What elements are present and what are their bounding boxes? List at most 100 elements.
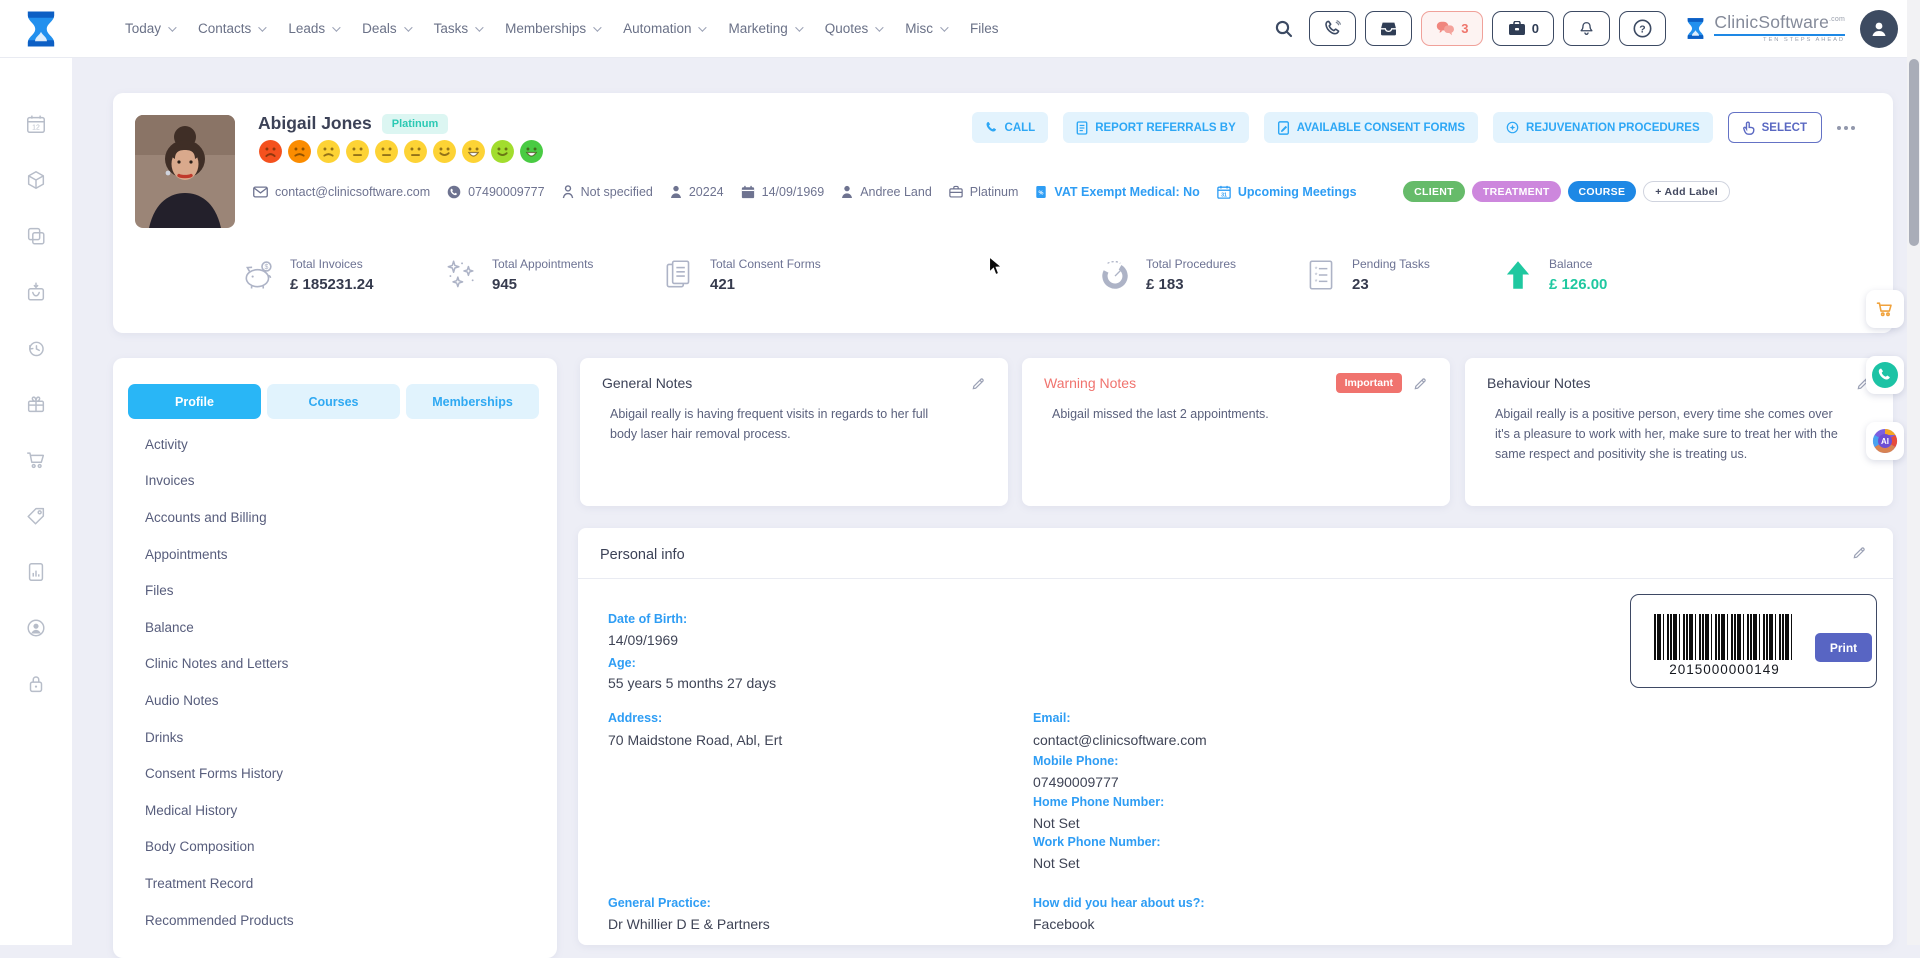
svg-text:12: 12 <box>32 125 40 132</box>
rejuvenation-procedures-button[interactable]: REJUVENATION PROCEDURES <box>1493 112 1713 143</box>
stat-label: Total Consent Forms <box>710 257 821 271</box>
order-basket-icon[interactable] <box>25 281 47 303</box>
nav-label: Files <box>970 21 999 36</box>
menu-item-balance[interactable]: Balance <box>113 609 557 646</box>
print-barcode-button[interactable]: Print <box>1815 633 1872 662</box>
nav-item-marketing[interactable]: Marketing <box>728 21 800 36</box>
user-avatar[interactable] <box>1860 10 1898 48</box>
menu-item-accounts-and-billing[interactable]: Accounts and Billing <box>113 499 557 536</box>
search-icon[interactable] <box>1274 19 1294 39</box>
history-icon[interactable] <box>25 337 47 359</box>
nav-item-quotes[interactable]: Quotes <box>825 21 882 36</box>
chevron-down-icon <box>404 23 412 31</box>
select-button[interactable]: SELECT <box>1728 112 1822 143</box>
menu-item-activity[interactable]: Activity <box>113 426 557 463</box>
menu-item-body-composition[interactable]: Body Composition <box>113 829 557 866</box>
chat-notifications-button[interactable]: 3 <box>1421 11 1483 46</box>
menu-item-drinks[interactable]: Drinks <box>113 719 557 756</box>
notifications-button[interactable] <box>1563 11 1610 46</box>
topbar-actions: 3 0 ? ClinicSoftware.com TEN STEPS AHEAD <box>1274 0 1898 57</box>
package-icon[interactable] <box>25 169 47 191</box>
address-label: Address: <box>608 711 662 725</box>
menu-item-appointments[interactable]: Appointments <box>113 536 557 573</box>
cart-icon[interactable] <box>25 449 47 471</box>
edit-pencil-icon[interactable] <box>1852 545 1867 560</box>
report-chart-icon[interactable] <box>25 561 47 583</box>
nav-item-automation[interactable]: Automation <box>623 21 704 36</box>
section-menu: Activity Invoices Accounts and Billing A… <box>113 426 557 938</box>
satisfaction-emoji[interactable] <box>287 139 312 164</box>
clinicsoftware-logo-icon <box>1683 15 1708 42</box>
edit-pencil-icon[interactable] <box>971 376 986 391</box>
tab-memberships[interactable]: Memberships <box>406 384 539 419</box>
inbox-button[interactable] <box>1365 11 1412 46</box>
add-label-button[interactable]: + Add Label <box>1643 181 1730 202</box>
stat-label: Total Appointments <box>492 257 593 271</box>
nav-item-leads[interactable]: Leads <box>288 21 338 36</box>
wallet-button[interactable]: 0 <box>1492 11 1554 46</box>
left-icon-rail: 12 <box>0 57 72 945</box>
more-actions-button[interactable] <box>1837 126 1855 130</box>
tier-badge: Platinum <box>382 114 448 134</box>
price-tag-icon[interactable] <box>25 505 47 527</box>
chevron-down-icon <box>475 23 483 31</box>
hear-about-us-label: How did you hear about us?: <box>1033 896 1205 910</box>
nav-item-deals[interactable]: Deals <box>362 21 410 36</box>
report-referrals-label: REPORT REFERRALS BY <box>1095 122 1236 134</box>
meta-gender: Not specified <box>562 185 653 199</box>
menu-item-audio-notes[interactable]: Audio Notes <box>113 682 557 719</box>
section-tabs: Profile Courses Memberships <box>128 384 539 419</box>
gift-icon[interactable] <box>25 393 47 415</box>
satisfaction-emoji[interactable] <box>374 139 399 164</box>
copy-icon[interactable] <box>25 225 47 247</box>
stat-value: 945 <box>492 276 593 293</box>
meta-vat-link[interactable]: % VAT Exempt Medical: No <box>1035 185 1199 199</box>
satisfaction-emoji[interactable] <box>432 139 457 164</box>
bell-icon <box>1578 20 1595 38</box>
edit-pencil-icon[interactable] <box>1413 376 1428 391</box>
satisfaction-emoji[interactable] <box>345 139 370 164</box>
client-meta-row: contact@clinicsoftware.com 07490009777 N… <box>253 181 1873 202</box>
satisfaction-emoji[interactable] <box>403 139 428 164</box>
available-consent-forms-button[interactable]: AVAILABLE CONSENT FORMS <box>1264 112 1478 143</box>
satisfaction-emoji[interactable] <box>258 139 283 164</box>
nav-item-contacts[interactable]: Contacts <box>198 21 264 36</box>
menu-item-invoices[interactable]: Invoices <box>113 463 557 500</box>
report-referrals-button[interactable]: REPORT REFERRALS BY <box>1063 112 1249 143</box>
satisfaction-emoji[interactable] <box>461 139 486 164</box>
menu-item-treatment-record[interactable]: Treatment Record <box>113 865 557 902</box>
call-button[interactable]: CALL <box>972 112 1049 143</box>
menu-item-recommended-products[interactable]: Recommended Products <box>113 902 557 939</box>
menu-item-clinic-notes-and-letters[interactable]: Clinic Notes and Letters <box>113 646 557 683</box>
dialer-button[interactable] <box>1309 11 1356 46</box>
menu-item-medical-history[interactable]: Medical History <box>113 792 557 829</box>
floating-cart-button[interactable] <box>1866 290 1904 328</box>
nav-item-files[interactable]: Files <box>970 21 999 36</box>
satisfaction-emoji[interactable] <box>490 139 515 164</box>
menu-item-files[interactable]: Files <box>113 572 557 609</box>
meta-vat-value: VAT Exempt Medical: No <box>1054 185 1199 199</box>
behaviour-notes-body: Abigail really is a positive person, eve… <box>1495 404 1847 464</box>
floating-call-button[interactable] <box>1866 356 1904 394</box>
nav-item-misc[interactable]: Misc <box>905 21 946 36</box>
tab-profile[interactable]: Profile <box>128 384 261 419</box>
satisfaction-emoji[interactable] <box>519 139 544 164</box>
meta-owner-value: Andree Land <box>860 185 932 199</box>
nav-item-today[interactable]: Today <box>125 21 174 36</box>
help-button[interactable]: ? <box>1619 11 1666 46</box>
satisfaction-emoji[interactable] <box>316 139 341 164</box>
floating-ai-button[interactable]: AI <box>1866 422 1904 460</box>
ai-label: AI <box>1881 437 1889 446</box>
tab-courses[interactable]: Courses <box>267 384 400 419</box>
lock-icon[interactable] <box>25 673 47 695</box>
user-circle-icon[interactable] <box>25 617 47 639</box>
stat-value: £ 183 <box>1146 276 1236 293</box>
meta-upcoming-meetings-link[interactable]: 31 Upcoming Meetings <box>1217 185 1357 199</box>
page-scrollbar[interactable] <box>1907 0 1920 945</box>
calendar-date-icon[interactable]: 12 <box>25 113 47 135</box>
nav-item-tasks[interactable]: Tasks <box>434 21 482 36</box>
scrollbar-thumb[interactable] <box>1909 59 1919 246</box>
stat-value: 421 <box>710 276 821 293</box>
nav-item-memberships[interactable]: Memberships <box>505 21 599 36</box>
menu-item-consent-forms-history[interactable]: Consent Forms History <box>113 755 557 792</box>
